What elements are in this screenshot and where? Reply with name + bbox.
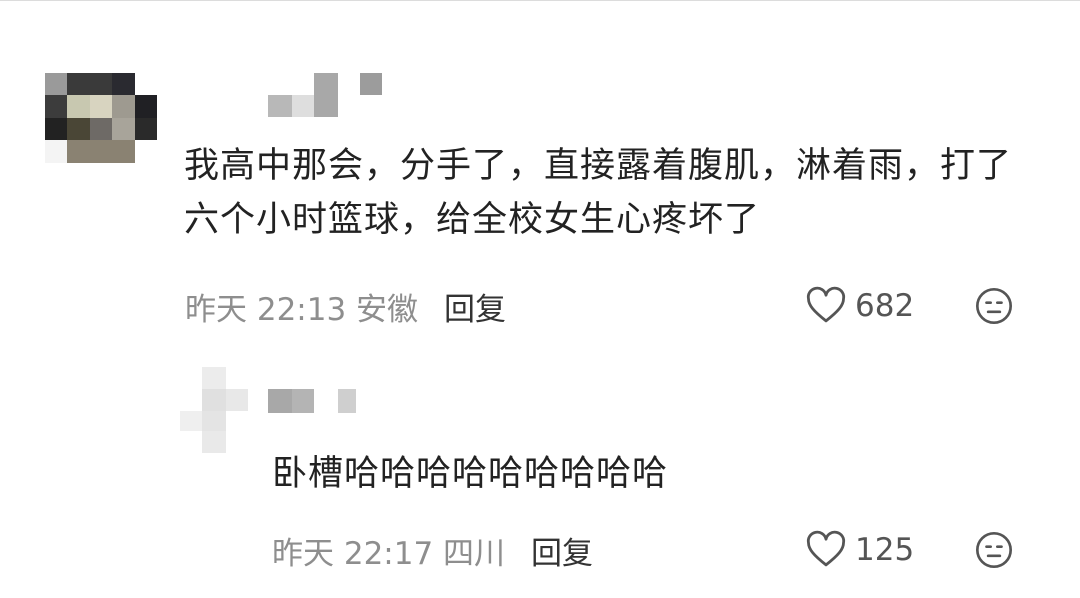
like-button[interactable]: 125 [805, 528, 914, 572]
reply-button[interactable]: 回复 [444, 284, 506, 329]
avatar[interactable] [45, 73, 157, 163]
comment-meta: 昨天 22:13 安徽 回复 [185, 284, 506, 328]
face-neutral-icon[interactable] [974, 530, 1014, 570]
heart-outline-icon [806, 530, 846, 567]
heart-outline-icon [806, 286, 846, 323]
reply-text: 卧槽哈哈哈哈哈哈哈哈哈 [272, 454, 669, 494]
face-neutral-icon[interactable] [974, 286, 1014, 326]
comment-text: 我高中那会，分手了，直接露着腹肌，淋着雨，打了六个小时篮球，给全校女生心疼坏了 [184, 146, 1013, 240]
reply-meta: 昨天 22:17 四川 回复 [272, 528, 593, 572]
username-blurred[interactable] [268, 73, 384, 119]
avatar[interactable] [180, 367, 250, 453]
comment-time-location: 昨天 22:13 安徽 [185, 291, 419, 328]
reply-button[interactable]: 回复 [531, 528, 593, 573]
reply-time-location: 昨天 22:17 四川 [272, 535, 506, 572]
like-count: 682 [855, 288, 915, 324]
like-count: 125 [855, 532, 915, 568]
username-blurred[interactable] [268, 389, 358, 413]
like-button[interactable]: 682 [805, 284, 914, 328]
